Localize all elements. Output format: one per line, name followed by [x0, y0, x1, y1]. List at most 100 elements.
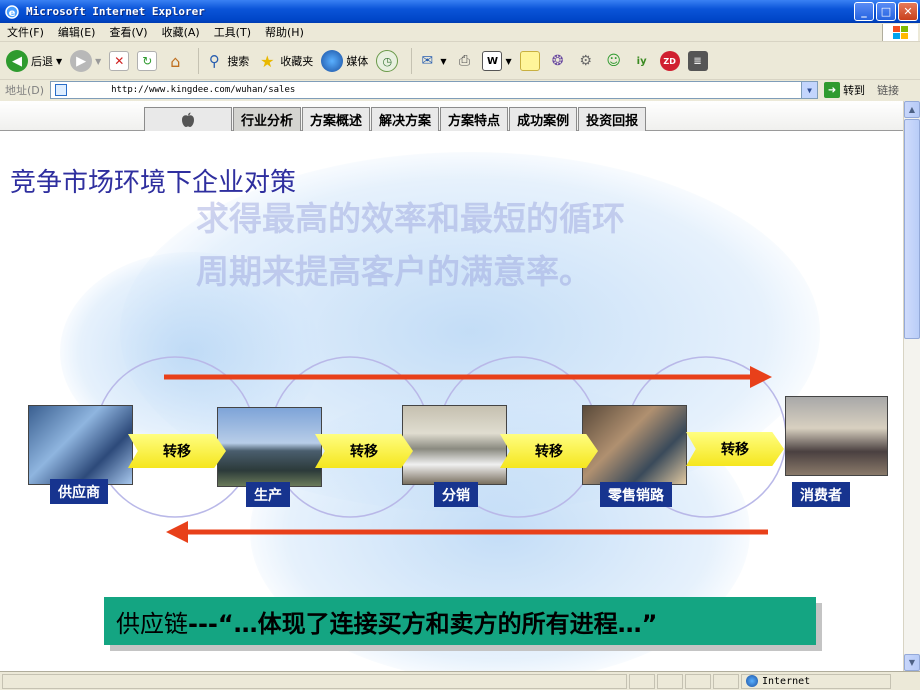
zone-label: Internet	[762, 675, 811, 687]
address-input[interactable]: http://www.kingdee.com/wuhan/sales ▼	[50, 81, 819, 99]
plugin-button-1[interactable]: iy	[632, 46, 652, 76]
tab-solutions[interactable]: 解决方案	[371, 107, 440, 131]
page-icon	[55, 84, 68, 96]
search-label: 搜索	[227, 55, 250, 68]
transfer-chevron: 转移	[500, 434, 598, 468]
internet-globe-icon	[746, 675, 758, 687]
address-url: http://www.kingdee.com/wuhan/sales	[111, 85, 296, 95]
flow-diagram	[94, 356, 787, 543]
forward-button[interactable]: ▶ ▼	[70, 46, 101, 76]
tab-solution-overview[interactable]: 方案概述	[302, 107, 371, 131]
toolbar: ◀ 后退 ▼ ▶ ▼ ✕ ↻ ⌂ ⚲ 搜索 ★ 收藏夹 媒体 ◷ ✉ ▼ ⎙ W…	[0, 43, 920, 80]
edit-button[interactable]: W ▼	[482, 46, 512, 76]
tab-success-cases[interactable]: 成功案例	[509, 107, 578, 131]
status-segment	[685, 673, 711, 689]
transfer-chevron: 转移	[315, 434, 413, 468]
word-edit-icon: W	[482, 51, 503, 71]
transfer-chevron: 转移	[128, 434, 226, 468]
forward-flow-arrow	[164, 366, 772, 388]
home-button[interactable]: ⌂	[165, 46, 185, 76]
research-icon: ❂	[551, 53, 564, 69]
address-dropdown-icon[interactable]: ▼	[801, 82, 818, 98]
supplier-photo	[28, 405, 133, 485]
plugin-icon: ≣	[687, 51, 708, 71]
print-icon: ⎙	[458, 53, 471, 69]
media-button[interactable]: 媒体	[321, 46, 368, 76]
search-icon: ⚲	[208, 52, 220, 70]
menu-tools[interactable]: 工具(T)	[207, 24, 258, 40]
mail-button[interactable]: ✉ ▼	[417, 46, 446, 76]
page-content: 行业分析 方案概述 解决方案 方案特点 成功案例 投资回报 求得最高的效率和最短…	[0, 101, 903, 671]
status-segment	[713, 673, 739, 689]
windows-logo-icon	[882, 24, 918, 41]
plugin-icon: iy	[636, 55, 647, 67]
plugin-button-3[interactable]: ≣	[687, 46, 708, 76]
favorites-label: 收藏夹	[280, 55, 314, 68]
forward-dropdown-icon: ▼	[95, 56, 102, 66]
messenger-button[interactable]: ☺	[604, 46, 624, 76]
transfer-chevron: 转移	[686, 432, 784, 466]
go-label: 转到	[843, 84, 866, 97]
production-photo	[217, 407, 322, 487]
star-icon: ★	[260, 51, 275, 71]
history-button[interactable]: ◷	[376, 46, 399, 76]
maximize-button[interactable]: □	[876, 2, 896, 21]
slide: 求得最高的效率和最短的循环 周期来提高客户的满意率。 竞争市场环境下企业对策 供…	[0, 132, 903, 671]
scroll-up-icon[interactable]: ▲	[904, 101, 920, 118]
menu-favorites[interactable]: 收藏(A)	[155, 24, 207, 40]
site-nav: 行业分析 方案概述 解决方案 方案特点 成功案例 投资回报	[0, 101, 903, 131]
back-dropdown-icon: ▼	[56, 56, 63, 66]
close-button[interactable]: ✕	[898, 2, 918, 21]
distribution-photo	[402, 405, 507, 485]
plugin-icon: ZD	[659, 51, 680, 71]
retail-photo	[582, 405, 687, 485]
tab-home[interactable]	[144, 107, 232, 131]
links-button[interactable]: 链接	[877, 82, 899, 98]
address-bar: 地址(D) http://www.kingdee.com/wuhan/sales…	[0, 80, 920, 100]
vertical-scrollbar[interactable]: ▲ ▼	[903, 101, 920, 671]
edit-dropdown-icon: ▼	[505, 56, 512, 66]
tools-button[interactable]: ⚙	[576, 46, 596, 76]
home-icon: ⌂	[170, 51, 181, 71]
refresh-icon: ↻	[137, 51, 158, 71]
back-label: 后退	[31, 55, 53, 68]
plugin-button-2[interactable]: ZD	[659, 46, 680, 76]
minimize-button[interactable]: _	[854, 2, 874, 21]
favorites-button[interactable]: ★ 收藏夹	[257, 46, 313, 76]
ie-icon: e	[5, 4, 19, 19]
return-flow-arrow	[166, 521, 768, 543]
quote-body: ---“…体现了连接买方和卖方的所有进程…”	[188, 609, 658, 638]
stage-label-distribution: 分销	[434, 482, 478, 507]
search-button[interactable]: ⚲ 搜索	[204, 46, 250, 76]
tab-roi[interactable]: 投资回报	[578, 107, 647, 131]
status-segment	[657, 673, 683, 689]
stage-label-retail: 零售销路	[600, 482, 672, 507]
media-label: 媒体	[346, 55, 369, 68]
refresh-button[interactable]: ↻	[137, 46, 158, 76]
print-button[interactable]: ⎙	[454, 46, 474, 76]
window-titlebar: e Microsoft Internet Explorer _ □ ✕	[0, 0, 920, 23]
tab-solution-features[interactable]: 方案特点	[440, 107, 509, 131]
back-button[interactable]: ◀ 后退 ▼	[6, 46, 62, 76]
stop-icon: ✕	[109, 51, 130, 71]
discuss-button[interactable]	[519, 46, 540, 76]
scroll-down-icon[interactable]: ▼	[904, 654, 920, 671]
mail-icon: ✉	[421, 53, 434, 69]
menu-file[interactable]: 文件(F)	[0, 24, 51, 40]
menu-view[interactable]: 查看(V)	[102, 24, 154, 40]
research-button[interactable]: ❂	[548, 46, 568, 76]
scroll-thumb[interactable]	[904, 119, 920, 339]
go-button[interactable]: ➜ 转到	[824, 82, 865, 98]
status-segment	[629, 673, 655, 689]
svg-text:e: e	[9, 8, 16, 19]
status-zone: Internet	[741, 673, 891, 689]
stop-button[interactable]: ✕	[109, 46, 130, 76]
messenger-icon: ☺	[606, 53, 621, 69]
menu-help[interactable]: 帮助(H)	[258, 24, 311, 40]
tab-industry-analysis[interactable]: 行业分析	[233, 107, 302, 131]
toolbar-separator	[411, 48, 413, 74]
back-arrow-icon: ◀	[6, 50, 28, 72]
stage-label-supplier: 供应商	[50, 479, 108, 504]
menu-edit[interactable]: 编辑(E)	[51, 24, 103, 40]
stage-label-consumer: 消费者	[792, 482, 850, 507]
